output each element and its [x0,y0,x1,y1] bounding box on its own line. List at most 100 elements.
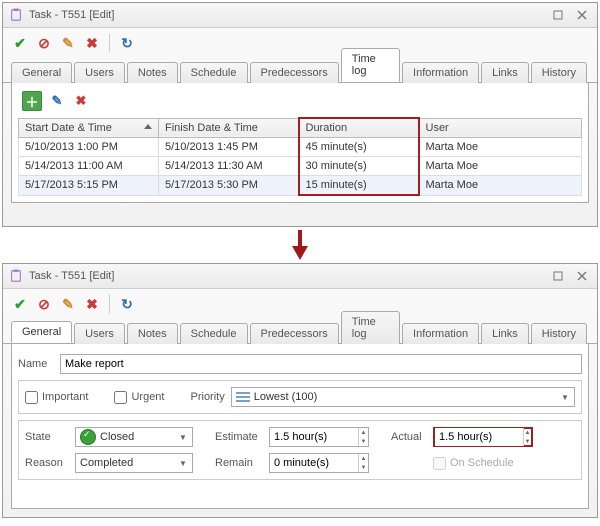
sort-indicator-icon [144,124,152,129]
name-label: Name [18,358,54,370]
col-finish[interactable]: Finish Date & Time [159,118,299,138]
delete-icon[interactable]: ✖ [83,34,101,52]
edit-entry-button[interactable]: ✎ [48,92,66,110]
clipboard-icon [9,8,23,22]
important-checkbox[interactable]: Important [25,391,88,404]
tab-predecessors[interactable]: Predecessors [250,62,339,83]
col-user[interactable]: User [419,118,582,138]
col-start[interactable]: Start Date & Time [19,118,159,138]
closed-icon [80,429,96,445]
task-window-general: Task - T551 [Edit] ✔ ⊘ ✎ ✖ ↻ General Use… [2,263,598,518]
state-label: State [25,431,69,443]
cell-duration: 45 minute(s) [299,138,419,157]
tab-users[interactable]: Users [74,62,125,83]
state-section: State Closed ▼ Estimate ▲▼ Actual ▲▼ [18,420,582,480]
cell-duration: 15 minute(s) [299,176,419,196]
remain-input[interactable]: ▲▼ [269,453,369,473]
delete-icon[interactable]: ✖ [83,295,101,313]
priority-select[interactable]: Lowest (100) ▼ [231,387,575,407]
refresh-icon[interactable]: ↻ [118,34,136,52]
priority-section: Important Urgent Priority Lowest (100) ▼ [18,380,582,414]
tab-links[interactable]: Links [481,62,529,83]
name-input[interactable] [60,354,582,374]
close-button[interactable] [573,269,591,283]
table-row[interactable]: 5/14/2013 11:00 AM 5/14/2013 11:30 AM 30… [19,157,582,176]
remain-label: Remain [215,457,263,469]
cancel-icon[interactable]: ⊘ [35,295,53,313]
tab-history[interactable]: History [531,323,587,344]
add-entry-button[interactable]: ＋ [22,91,42,111]
tab-users[interactable]: Users [74,323,125,344]
arrow-down-icon [2,227,598,263]
state-value: Closed [100,431,176,443]
spinner-icon[interactable]: ▲▼ [358,428,368,446]
tab-schedule[interactable]: Schedule [180,62,248,83]
cell-user: Marta Moe [419,157,582,176]
accept-icon[interactable]: ✔ [11,34,29,52]
close-button[interactable] [573,8,591,22]
urgent-label: Urgent [131,391,164,403]
tab-general[interactable]: General [11,321,72,343]
titlebar[interactable]: Task - T551 [Edit] [3,264,597,289]
delete-entry-button[interactable]: ✖ [72,92,90,110]
actual-input[interactable]: ▲▼ [433,427,533,447]
edit-icon[interactable]: ✎ [59,34,77,52]
state-select[interactable]: Closed ▼ [75,427,193,447]
priority-label: Priority [191,391,225,403]
chevron-down-icon: ▼ [176,459,190,468]
spinner-icon[interactable]: ▲▼ [358,454,368,472]
edit-icon[interactable]: ✎ [59,295,77,313]
general-pane: Name Important Urgent Priority Lowest (1… [11,344,589,509]
cell-duration: 30 minute(s) [299,157,419,176]
tab-bar: General Users Notes Schedule Predecessor… [3,58,597,83]
window-title: Task - T551 [Edit] [29,270,543,282]
estimate-label: Estimate [215,431,263,443]
tab-information[interactable]: Information [402,323,479,344]
onschedule-label: On Schedule [450,457,514,469]
urgent-checkbox[interactable]: Urgent [114,391,164,404]
toolbar-separator [109,295,110,313]
tab-notes[interactable]: Notes [127,62,178,83]
reason-select[interactable]: Completed ▼ [75,453,193,473]
estimate-value[interactable] [270,428,358,446]
table-row[interactable]: 5/17/2013 5:15 PM 5/17/2013 5:30 PM 15 m… [19,176,582,196]
table-row[interactable]: 5/10/2013 1:00 PM 5/10/2013 1:45 PM 45 m… [19,138,582,157]
cell-user: Marta Moe [419,176,582,196]
cell-start: 5/10/2013 1:00 PM [19,138,159,157]
tab-bar: General Users Notes Schedule Predecessor… [3,319,597,344]
col-duration[interactable]: Duration [299,118,419,138]
expand-button[interactable] [549,8,567,22]
expand-button[interactable] [549,269,567,283]
tab-schedule[interactable]: Schedule [180,323,248,344]
tab-information[interactable]: Information [402,62,479,83]
main-toolbar: ✔ ⊘ ✎ ✖ ↻ [3,28,597,58]
chevron-down-icon: ▼ [558,393,572,402]
tab-predecessors[interactable]: Predecessors [250,323,339,344]
clipboard-icon [9,269,23,283]
chevron-down-icon: ▼ [176,433,190,442]
timelog-table: Start Date & Time Finish Date & Time Dur… [18,117,582,196]
actual-label: Actual [391,431,427,443]
window-title: Task - T551 [Edit] [29,9,543,21]
estimate-input[interactable]: ▲▼ [269,427,369,447]
tab-links[interactable]: Links [481,323,529,344]
cell-finish: 5/14/2013 11:30 AM [159,157,299,176]
tab-timelog[interactable]: Time log [341,311,400,344]
remain-value[interactable] [270,454,358,472]
priority-icon [236,391,250,403]
cell-finish: 5/17/2013 5:30 PM [159,176,299,196]
tab-timelog[interactable]: Time log [341,48,400,82]
actual-value[interactable] [435,428,523,446]
cell-user: Marta Moe [419,138,582,157]
tab-notes[interactable]: Notes [127,323,178,344]
main-toolbar: ✔ ⊘ ✎ ✖ ↻ [3,289,597,319]
tab-history[interactable]: History [531,62,587,83]
titlebar[interactable]: Task - T551 [Edit] [3,3,597,28]
accept-icon[interactable]: ✔ [11,295,29,313]
cancel-icon[interactable]: ⊘ [35,34,53,52]
toolbar-separator [109,34,110,52]
spinner-icon[interactable]: ▲▼ [523,428,531,446]
onschedule-checkbox: On Schedule [433,457,514,470]
tab-general[interactable]: General [11,62,72,83]
refresh-icon[interactable]: ↻ [118,295,136,313]
